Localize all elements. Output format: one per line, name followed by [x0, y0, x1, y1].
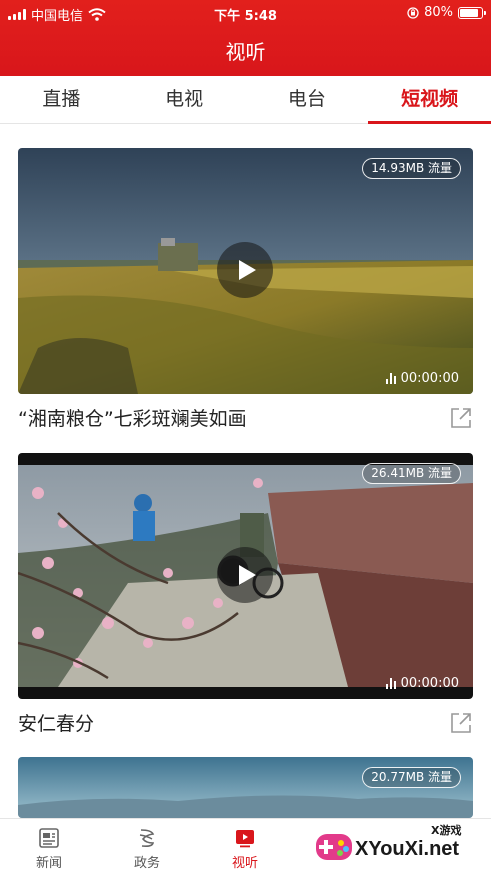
nav-news[interactable]: 新闻: [19, 827, 79, 871]
tab-tv[interactable]: 电视: [123, 76, 246, 123]
nav-government[interactable]: 政务: [117, 827, 177, 871]
video-duration: 00:00:00: [385, 676, 459, 691]
video-thumbnail[interactable]: 26.41MB 流量 00:00:00: [18, 453, 473, 699]
share-icon[interactable]: [449, 711, 473, 735]
battery-percent: 80%: [424, 5, 453, 20]
gamepad-logo-icon: [316, 834, 352, 860]
data-usage-badge: 20.77MB 流量: [362, 767, 461, 788]
video-icon: [236, 830, 254, 848]
page-title: 视听: [225, 40, 266, 64]
watermark-small: X游戏: [431, 824, 462, 837]
top-bar: 中国电信 下午 5:48 80% 视听: [0, 0, 491, 76]
status-right: 80%: [407, 5, 486, 20]
play-button[interactable]: [217, 547, 273, 603]
watermark: XYouXi.net X游戏: [303, 818, 483, 877]
status-bar: 中国电信 下午 5:48 80%: [0, 0, 491, 26]
nav-government-label: 政务: [133, 856, 160, 871]
news-icon: [39, 828, 59, 848]
share-icon[interactable]: [449, 406, 473, 430]
government-icon: [139, 829, 155, 847]
nav-video[interactable]: 视听: [215, 827, 275, 871]
nav-video-label: 视听: [231, 856, 258, 871]
data-usage-badge: 26.41MB 流量: [362, 463, 461, 484]
category-tabs: 直播 电视 电台 短视频: [0, 76, 491, 124]
tab-short-video[interactable]: 短视频: [368, 76, 491, 124]
volume-bars-icon: [385, 373, 396, 384]
duration-label: 00:00:00: [400, 676, 459, 691]
play-button[interactable]: [217, 242, 273, 298]
nav-news-label: 新闻: [35, 856, 62, 871]
battery-icon: [458, 6, 486, 19]
watermark-brand: XYouXi.net: [355, 838, 460, 860]
tab-live[interactable]: 直播: [0, 76, 123, 123]
duration-label: 00:00:00: [400, 371, 459, 386]
video-thumbnail[interactable]: 20.77MB 流量: [18, 757, 473, 818]
orientation-lock-icon: [407, 6, 419, 19]
video-duration: 00:00:00: [385, 371, 459, 386]
video-title[interactable]: 安仁春分: [18, 709, 94, 736]
data-usage-badge: 14.93MB 流量: [362, 158, 461, 179]
tab-radio[interactable]: 电台: [246, 76, 369, 123]
volume-bars-icon: [385, 678, 396, 689]
video-title[interactable]: “湘南粮仓”七彩斑斓美如画: [18, 404, 247, 431]
video-thumbnail[interactable]: 14.93MB 流量 00:00:00: [18, 148, 473, 394]
